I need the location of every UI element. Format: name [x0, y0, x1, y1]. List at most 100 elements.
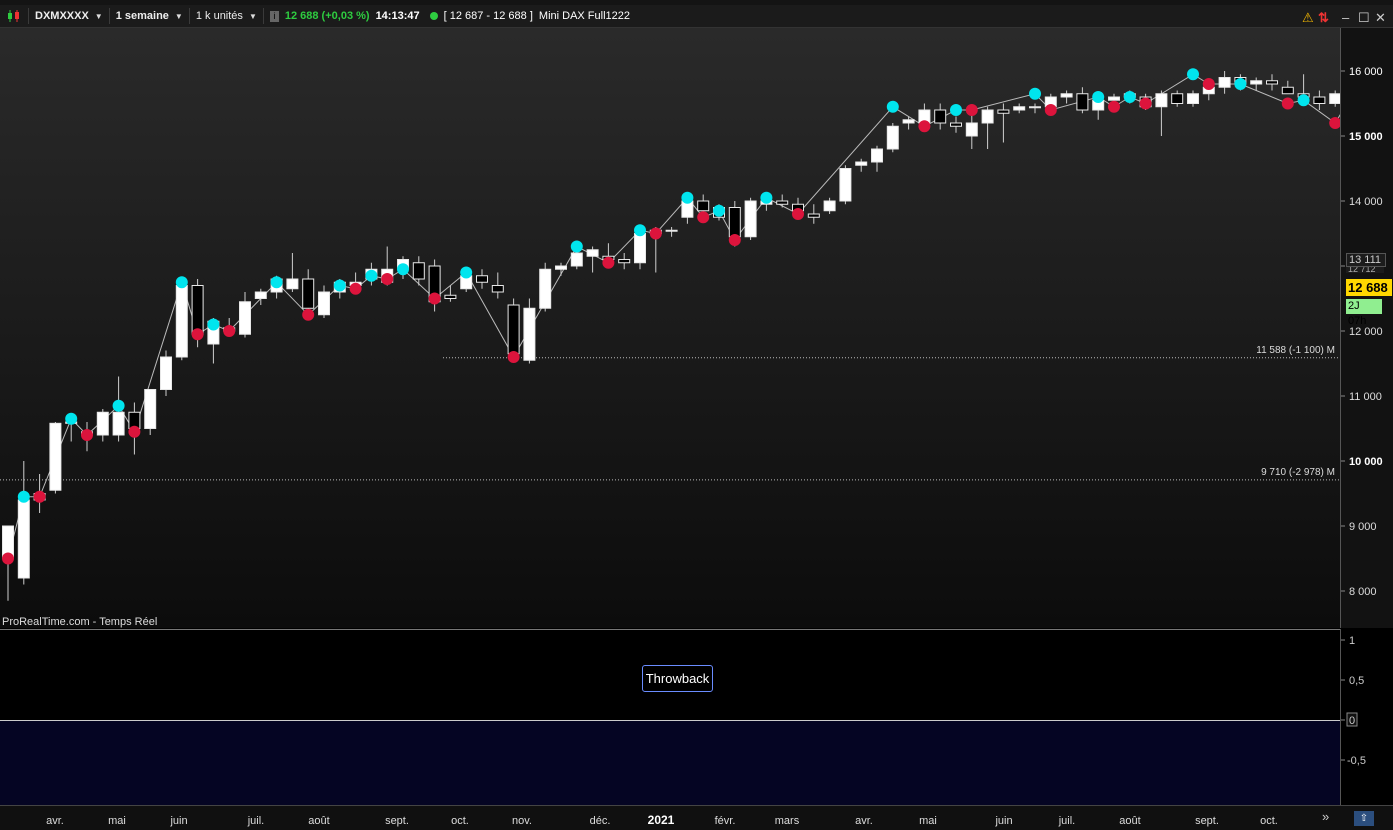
- swing-low-marker: [381, 273, 394, 285]
- candle-body: [239, 301, 251, 335]
- swing-high-marker: [112, 399, 125, 412]
- candle[interactable]: [539, 262, 552, 312]
- swing-low-marker: [965, 104, 978, 116]
- timeframe-selector[interactable]: 1 semaine ▼: [110, 5, 189, 27]
- candle[interactable]: [1266, 74, 1278, 91]
- units-selector[interactable]: 1 k unités ▼: [190, 5, 263, 27]
- candle[interactable]: [412, 256, 425, 286]
- candle[interactable]: [981, 106, 994, 149]
- swing-low-marker: [349, 282, 362, 295]
- candle[interactable]: [286, 253, 299, 292]
- candle-body: [144, 389, 157, 429]
- candle[interactable]: [586, 246, 599, 273]
- swing-low-marker: [602, 256, 615, 269]
- swing-low-marker: [1281, 97, 1294, 110]
- candle[interactable]: [491, 272, 504, 299]
- candle[interactable]: [871, 145, 883, 172]
- candle[interactable]: [302, 269, 315, 312]
- current-price-tag: 12 688: [1346, 279, 1392, 296]
- swing-high-marker: [365, 269, 378, 282]
- candle-body: [586, 249, 599, 257]
- candle[interactable]: [318, 285, 330, 319]
- candle[interactable]: [444, 285, 457, 302]
- close-icon[interactable]: ✕: [1375, 10, 1386, 26]
- swing-high-marker: [570, 240, 583, 253]
- last-price: 12 688 (+0,03 %): [284, 10, 370, 22]
- swing-low-marker: [507, 351, 520, 363]
- candle[interactable]: [886, 123, 899, 153]
- expand-up-icon[interactable]: ⇧: [1354, 811, 1374, 826]
- indicator-axis-labels: 1 0,5 0 -0,5: [1341, 635, 1366, 767]
- indicator-axis[interactable]: 1 0,5 0 -0,5: [1340, 629, 1393, 805]
- candle[interactable]: [997, 103, 1010, 143]
- swing-low-marker: [1044, 104, 1057, 116]
- candle[interactable]: [950, 116, 962, 133]
- minimize-icon[interactable]: –: [1342, 10, 1349, 25]
- scroll-right-icon[interactable]: »: [1322, 809, 1329, 824]
- candle-body: [491, 285, 504, 293]
- candle[interactable]: [476, 269, 488, 289]
- candle[interactable]: [144, 389, 157, 436]
- candle[interactable]: [1218, 71, 1231, 94]
- swing-low-marker: [302, 308, 315, 321]
- candle[interactable]: [618, 253, 631, 270]
- refresh-icon[interactable]: ⇅: [1318, 10, 1329, 26]
- swing-low-marker: [1108, 100, 1120, 113]
- chart-header: DXMXXXX ▼ 1 semaine ▼ 1 k unités ▼ i 12 …: [0, 5, 1393, 28]
- units-label: 1 k unités: [195, 10, 243, 22]
- candle[interactable]: [807, 204, 820, 224]
- candle[interactable]: [1076, 87, 1089, 114]
- candle[interactable]: [570, 249, 583, 270]
- candle[interactable]: [665, 227, 678, 237]
- candle[interactable]: [96, 409, 109, 442]
- time-axis[interactable]: avr. mai juin juil. août sept. oct. nov. déc. 202…: [0, 805, 1340, 830]
- price-tag-upper: 13 111: [1346, 253, 1386, 267]
- candle[interactable]: [1281, 80, 1294, 95]
- candlestick-app-icon[interactable]: [0, 5, 28, 27]
- candle-body: [807, 213, 820, 218]
- swing-high-marker: [460, 266, 473, 279]
- candle[interactable]: [934, 103, 947, 130]
- candle-body: [160, 356, 172, 390]
- candle-body: [507, 304, 520, 355]
- symbol-selector[interactable]: DXMXXXX ▼: [29, 5, 109, 27]
- candle[interactable]: [175, 279, 188, 361]
- bid-ask: [ 12 687 - 12 688 ]: [443, 10, 533, 22]
- candle[interactable]: [1013, 103, 1026, 114]
- candle[interactable]: [239, 292, 251, 338]
- candle[interactable]: [1155, 90, 1168, 137]
- candle[interactable]: [1171, 90, 1184, 107]
- throwback-button[interactable]: Throwback: [642, 665, 713, 692]
- candlestick-chart[interactable]: 11 588 (-1 100) M 9 710 (-2 978) M: [0, 28, 1340, 628]
- candle[interactable]: [1313, 90, 1326, 111]
- candle[interactable]: [855, 158, 868, 172]
- candle[interactable]: [965, 113, 978, 149]
- candle-body: [1171, 93, 1184, 104]
- level-label: 9 710 (-2 978) M: [1261, 467, 1335, 478]
- candle[interactable]: [697, 194, 710, 215]
- candle[interactable]: [1060, 90, 1073, 104]
- swing-high-marker: [681, 191, 694, 204]
- candle[interactable]: [507, 298, 520, 355]
- candle[interactable]: [49, 422, 62, 494]
- warning-icon[interactable]: ⚠: [1302, 10, 1314, 26]
- candle[interactable]: [1329, 90, 1340, 107]
- candle[interactable]: [555, 262, 567, 276]
- candle[interactable]: [823, 197, 836, 214]
- candle[interactable]: [776, 194, 789, 208]
- candle-body: [776, 200, 789, 205]
- maximize-icon[interactable]: ☐: [1358, 10, 1370, 26]
- swing-low-marker: [918, 120, 931, 133]
- swing-low-marker: [728, 234, 741, 246]
- price-tick-label: 9 000: [1349, 521, 1377, 533]
- candle[interactable]: [839, 165, 852, 205]
- info-icon[interactable]: i: [269, 10, 279, 22]
- price-chart-pane[interactable]: 11 588 (-1 100) M 9 710 (-2 978) M: [0, 28, 1340, 628]
- candle[interactable]: [523, 298, 536, 364]
- candle[interactable]: [1029, 103, 1041, 114]
- candle[interactable]: [1187, 90, 1199, 107]
- candle-body: [744, 200, 757, 238]
- candle[interactable]: [744, 197, 757, 240]
- candle[interactable]: [160, 350, 172, 397]
- swing-low-marker: [1139, 97, 1152, 110]
